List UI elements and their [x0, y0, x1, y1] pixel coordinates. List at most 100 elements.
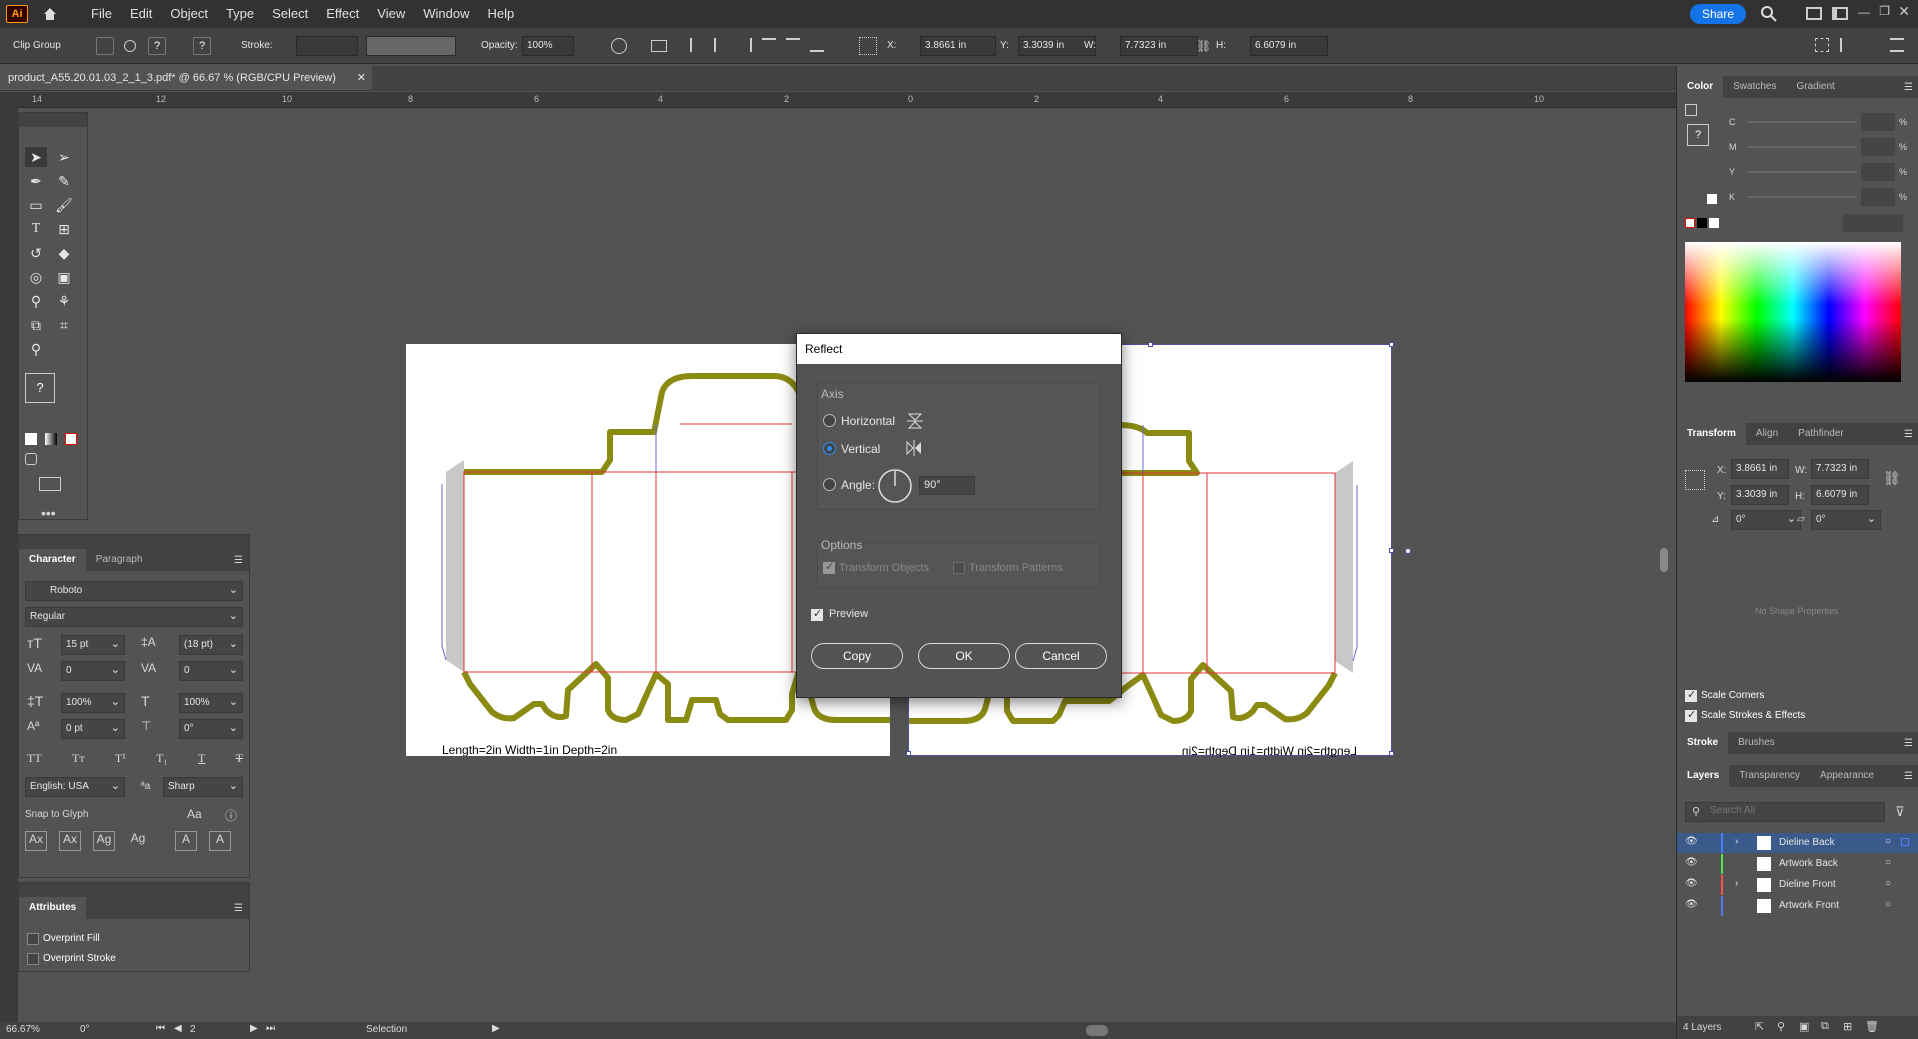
attributes-panel-bar[interactable] — [19, 883, 249, 897]
panel-menu-icon[interactable]: ☰ — [234, 903, 243, 914]
scale-strokes-checkbox[interactable] — [1685, 708, 1697, 722]
panel-menu-icon[interactable]: ☰ — [1904, 738, 1913, 749]
vertical-scrollbar-thumb[interactable] — [1660, 548, 1668, 572]
layer-row[interactable]: 👁 Artwork Front ○ — [1677, 896, 1918, 916]
color-fill-icon[interactable] — [1685, 104, 1697, 116]
arrange-icon[interactable] — [1815, 38, 1829, 52]
status-menu-icon[interactable]: ▶ — [492, 1023, 500, 1034]
channel-y-slider[interactable] — [1747, 171, 1857, 173]
transform-y-input[interactable]: 3.3039 in — [1731, 485, 1789, 505]
underline-icon[interactable]: T — [198, 751, 205, 766]
menu-help[interactable]: Help — [478, 0, 523, 28]
snap-xheight-icon[interactable]: Ax — [59, 831, 81, 851]
rotate-tool-icon[interactable]: ↺ — [25, 243, 47, 263]
view-rotation[interactable]: 0° — [80, 1024, 90, 1035]
dialog-title[interactable]: Reflect — [797, 334, 1121, 364]
font-style-select[interactable]: Regular — [25, 607, 243, 627]
ok-button[interactable]: OK — [918, 643, 1010, 669]
arrange-documents-icon[interactable] — [1806, 7, 1822, 20]
selection-handle[interactable] — [1389, 342, 1394, 347]
symbol-sprayer-tool-icon[interactable]: ⧉ — [25, 315, 47, 335]
vertical-label[interactable]: Vertical — [841, 442, 880, 456]
restore-icon[interactable]: ❐ — [1879, 4, 1890, 18]
selection-handle[interactable] — [906, 751, 911, 756]
snap-angular-alt-icon[interactable]: A — [209, 831, 231, 851]
preview-checkbox[interactable] — [811, 607, 823, 621]
none-swatch[interactable] — [1685, 218, 1695, 228]
channel-y-input[interactable] — [1861, 163, 1895, 181]
white-swatch-small[interactable] — [1709, 218, 1719, 228]
channel-k-input[interactable] — [1861, 188, 1895, 206]
isolate-icon[interactable] — [96, 37, 114, 55]
font-family-select[interactable]: Roboto — [25, 581, 243, 601]
rotate-angle-input[interactable]: 0° — [1731, 510, 1801, 530]
menu-select[interactable]: Select — [263, 0, 317, 28]
angle-label[interactable]: Angle: — [841, 478, 875, 492]
align-middle-icon[interactable] — [786, 38, 800, 52]
snap-glyph-settings-icon[interactable]: Aа — [187, 807, 202, 821]
panel-menu-icon[interactable]: ☰ — [1904, 771, 1913, 782]
clipping-mask-icon[interactable]: ▣ — [1799, 1020, 1809, 1033]
search-icon[interactable] — [1760, 5, 1778, 26]
brush-definition-select[interactable] — [366, 36, 456, 56]
tab-swatches[interactable]: Swatches — [1723, 76, 1786, 98]
panel-menu-icon[interactable]: ☰ — [1904, 82, 1913, 93]
tab-attributes[interactable]: Attributes — [19, 897, 87, 919]
align-bottom-icon[interactable] — [810, 38, 824, 52]
new-layer-icon[interactable]: ⊞ — [1843, 1020, 1852, 1033]
tracking-input[interactable]: 0 — [179, 661, 243, 681]
cancel-button[interactable]: Cancel — [1015, 643, 1107, 669]
hex-input[interactable] — [1843, 214, 1903, 232]
distribute-icon[interactable] — [1840, 38, 1854, 52]
reference-point-icon[interactable] — [859, 37, 877, 55]
vertical-radio[interactable] — [823, 442, 836, 455]
transform-w-input[interactable]: 7.7323 in — [1811, 459, 1869, 479]
selection-handle[interactable] — [1148, 342, 1153, 347]
transform-reference-point-icon[interactable] — [1685, 470, 1705, 490]
snap-glyph-bounds-icon[interactable]: Ag — [93, 831, 115, 851]
close-icon[interactable]: ✕ — [1898, 3, 1910, 20]
tab-character[interactable]: Character — [19, 549, 86, 571]
angle-input[interactable]: 90° — [919, 476, 975, 495]
tab-close-icon[interactable]: ✕ — [357, 71, 366, 84]
tab-transform[interactable]: Transform — [1677, 423, 1746, 445]
recolor-icon[interactable] — [124, 40, 136, 52]
horizontal-radio[interactable] — [823, 414, 836, 427]
tab-appearance[interactable]: Appearance — [1810, 765, 1884, 787]
color-spectrum[interactable] — [1685, 242, 1901, 382]
artboard-tool-icon[interactable]: ⊞ — [53, 219, 75, 239]
scale-corners-checkbox[interactable] — [1685, 688, 1697, 702]
control-bar-menu-icon[interactable] — [1890, 38, 1904, 52]
document-tab[interactable]: product_A55.20.01.03_2_1_3.pdf* @ 66.67 … — [0, 66, 372, 91]
superscript-icon[interactable]: T¹ — [115, 751, 126, 766]
gradient-tool-icon[interactable]: ▣ — [53, 267, 75, 287]
stroke-weight-input[interactable] — [296, 36, 358, 56]
type-tool-icon[interactable]: T — [25, 219, 47, 239]
visibility-icon[interactable]: 👁 — [1685, 878, 1698, 889]
visibility-icon[interactable]: 👁 — [1685, 836, 1698, 847]
pen-tool-icon[interactable]: ✒ — [25, 171, 47, 191]
export-icon[interactable]: ⇱ — [1755, 1020, 1764, 1033]
gradient-mode-icon[interactable] — [45, 433, 57, 445]
none-mode-icon[interactable] — [65, 433, 77, 445]
selection-tool-icon[interactable]: ➤ — [25, 147, 47, 167]
align-right-icon[interactable] — [738, 38, 752, 52]
channel-m-slider[interactable] — [1747, 146, 1857, 148]
w-input[interactable]: 7.7323 in — [1120, 36, 1198, 56]
layer-row[interactable]: 👁 Artwork Back ○ — [1677, 854, 1918, 874]
tab-align[interactable]: Align — [1746, 423, 1788, 445]
eyedropper-tool-icon[interactable]: ⚲ — [25, 291, 47, 311]
transform-h-input[interactable]: 6.6079 in — [1811, 485, 1869, 505]
white-swatch[interactable] — [1707, 194, 1717, 204]
color-mode-icon[interactable] — [25, 433, 37, 445]
menu-file[interactable]: File — [82, 0, 121, 28]
channel-m-input[interactable] — [1861, 138, 1895, 156]
horizontal-scale-input[interactable]: 100% — [179, 693, 243, 713]
constrain-proportions-icon[interactable]: ⛓ — [1196, 39, 1211, 53]
character-rotation-input[interactable]: 0° — [179, 719, 243, 739]
edit-toolbar-icon[interactable]: ••• — [41, 505, 56, 521]
curvature-tool-icon[interactable]: ✎ — [53, 171, 75, 191]
tab-transparency[interactable]: Transparency — [1729, 765, 1810, 787]
delete-icon[interactable]: 🗑 — [1865, 1020, 1879, 1033]
tab-color[interactable]: Color — [1677, 76, 1724, 98]
